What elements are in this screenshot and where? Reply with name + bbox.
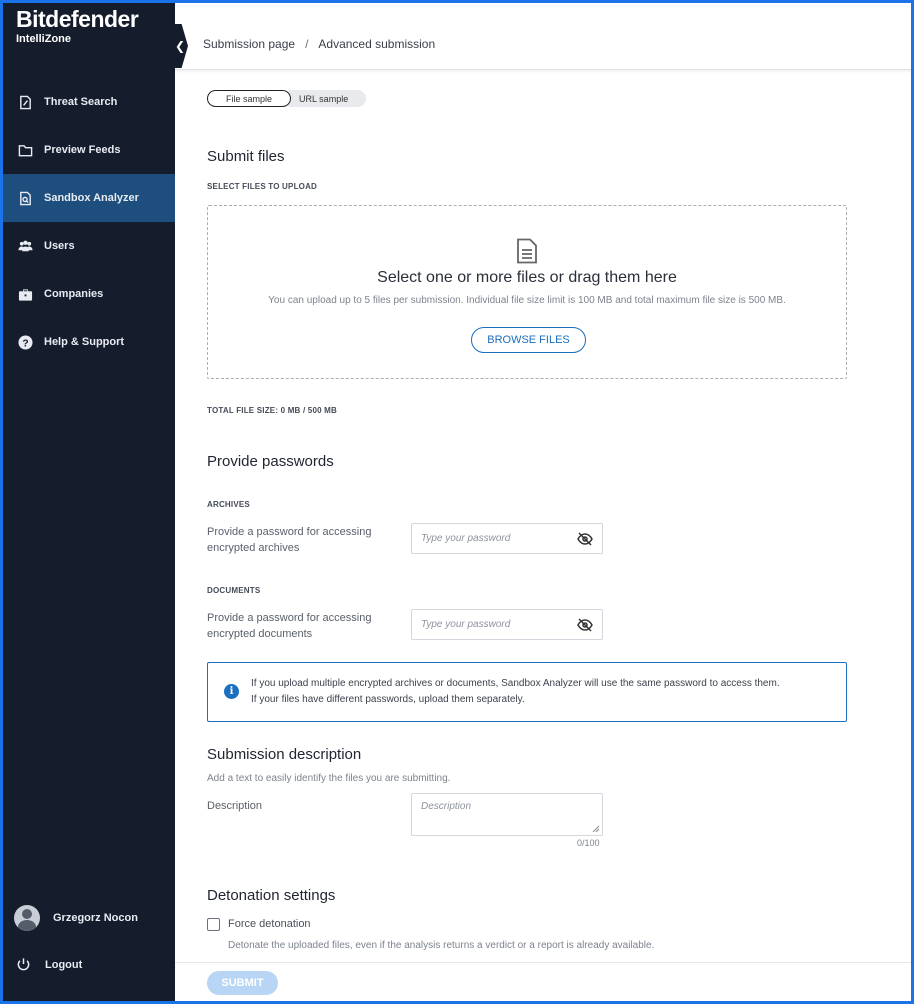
total-file-size: TOTAL FILE SIZE: 0 MB / 500 MB <box>207 406 338 415</box>
briefcase-icon <box>17 286 33 302</box>
sample-type-toggle: File sample URL sample <box>207 90 367 107</box>
sidebar-item-help-support[interactable]: ? Help & Support <box>3 318 175 366</box>
sidebar-item-label: Users <box>44 240 75 252</box>
archives-password-label: Provide a password for accessing encrypt… <box>207 526 372 554</box>
detonation-title: Detonation settings <box>207 887 336 904</box>
tab-file-sample[interactable]: File sample <box>207 90 292 107</box>
threat-search-icon <box>17 94 33 110</box>
breadcrumb-separator: / <box>305 37 309 51</box>
document-icon <box>517 238 537 264</box>
description-title: Submission description <box>207 746 362 763</box>
chevron-left-icon: ❮ <box>174 39 186 53</box>
sidebar: Bitdefender IntelliZone Threat Search Pr… <box>0 0 175 1004</box>
passwords-title: Provide passwords <box>207 453 334 470</box>
dropzone-title: Select one or more files or drag them he… <box>377 269 677 286</box>
password-info-box: i If you upload multiple encrypted archi… <box>207 662 847 722</box>
info-icon: i <box>224 684 239 699</box>
brand-product: IntelliZone <box>16 33 71 45</box>
brand-name: Bitdefender <box>16 6 139 32</box>
file-dropzone[interactable]: Select one or more files or drag them he… <box>207 205 847 379</box>
header: Submission page / Advanced submission <box>175 0 914 70</box>
dropzone-hint: You can upload up to 5 files per submiss… <box>268 295 786 306</box>
select-files-caption: SELECT FILES TO UPLOAD <box>207 182 318 191</box>
submit-files-title: Submit files <box>207 148 285 165</box>
sidebar-item-users[interactable]: Users <box>3 222 175 270</box>
sidebar-item-label: Preview Feeds <box>44 144 121 156</box>
users-icon <box>17 238 33 254</box>
force-detonation-checkbox[interactable] <box>207 918 220 931</box>
documents-caption: DOCUMENTS <box>207 586 261 595</box>
logout-label: Logout <box>45 958 83 971</box>
eye-off-icon[interactable] <box>577 618 593 632</box>
sandbox-icon <box>17 190 33 206</box>
folder-icon <box>17 142 33 158</box>
info-line-1: If you upload multiple encrypted archive… <box>251 678 780 689</box>
documents-password-placeholder: Type your password <box>421 619 511 630</box>
info-text: If you upload multiple encrypted archive… <box>251 676 780 708</box>
footer-divider <box>175 962 914 963</box>
sidebar-item-sandbox-analyzer[interactable]: Sandbox Analyzer <box>3 174 175 222</box>
info-line-2: If your files have different passwords, … <box>251 694 525 705</box>
breadcrumb-current: Advanced submission <box>318 37 436 51</box>
avatar <box>14 905 40 931</box>
brand-logo[interactable]: Bitdefender IntelliZone <box>16 6 139 45</box>
tab-url-sample[interactable]: URL sample <box>283 90 367 107</box>
force-detonation-hint: Detonate the uploaded files, even if the… <box>228 940 655 951</box>
archives-password-placeholder: Type your password <box>421 533 511 544</box>
svg-text:?: ? <box>22 338 28 349</box>
user-name: Grzegorz Nocon <box>53 912 138 924</box>
description-label: Description <box>207 800 263 812</box>
archives-password-input[interactable]: Type your password <box>411 523 603 554</box>
logout-button[interactable]: Logout <box>16 957 82 972</box>
breadcrumb-link-submission-page[interactable]: Submission page <box>203 37 295 51</box>
archives-caption: ARCHIVES <box>207 500 250 509</box>
description-char-counter: 0/100 <box>577 838 600 848</box>
description-hint: Add a text to easily identify the files … <box>207 773 451 784</box>
sidebar-item-label: Sandbox Analyzer <box>44 192 139 204</box>
sidebar-item-label: Help & Support <box>44 336 125 348</box>
description-textarea[interactable]: Description <box>411 793 603 836</box>
sidebar-item-threat-search[interactable]: Threat Search <box>3 78 175 126</box>
documents-password-label: Provide a password for accessing encrypt… <box>207 612 372 640</box>
sidebar-item-preview-feeds[interactable]: Preview Feeds <box>3 126 175 174</box>
sidebar-item-label: Threat Search <box>44 96 118 108</box>
eye-off-icon[interactable] <box>577 532 593 546</box>
sidebar-item-companies[interactable]: Companies <box>3 270 175 318</box>
sidebar-nav: Threat Search Preview Feeds Sandbox Anal… <box>3 78 175 366</box>
force-detonation-label[interactable]: Force detonation <box>228 918 311 930</box>
documents-password-input[interactable]: Type your password <box>411 609 603 640</box>
resize-handle-icon[interactable] <box>592 825 599 832</box>
sidebar-item-label: Companies <box>44 288 104 300</box>
breadcrumb: Submission page / Advanced submission <box>203 37 435 51</box>
description-placeholder: Description <box>421 801 472 812</box>
power-icon <box>17 958 30 971</box>
user-profile[interactable]: Grzegorz Nocon <box>14 905 138 931</box>
browse-files-button[interactable]: BROWSE FILES <box>471 327 586 353</box>
help-icon: ? <box>17 334 33 350</box>
submit-button[interactable]: SUBMIT <box>207 971 278 995</box>
